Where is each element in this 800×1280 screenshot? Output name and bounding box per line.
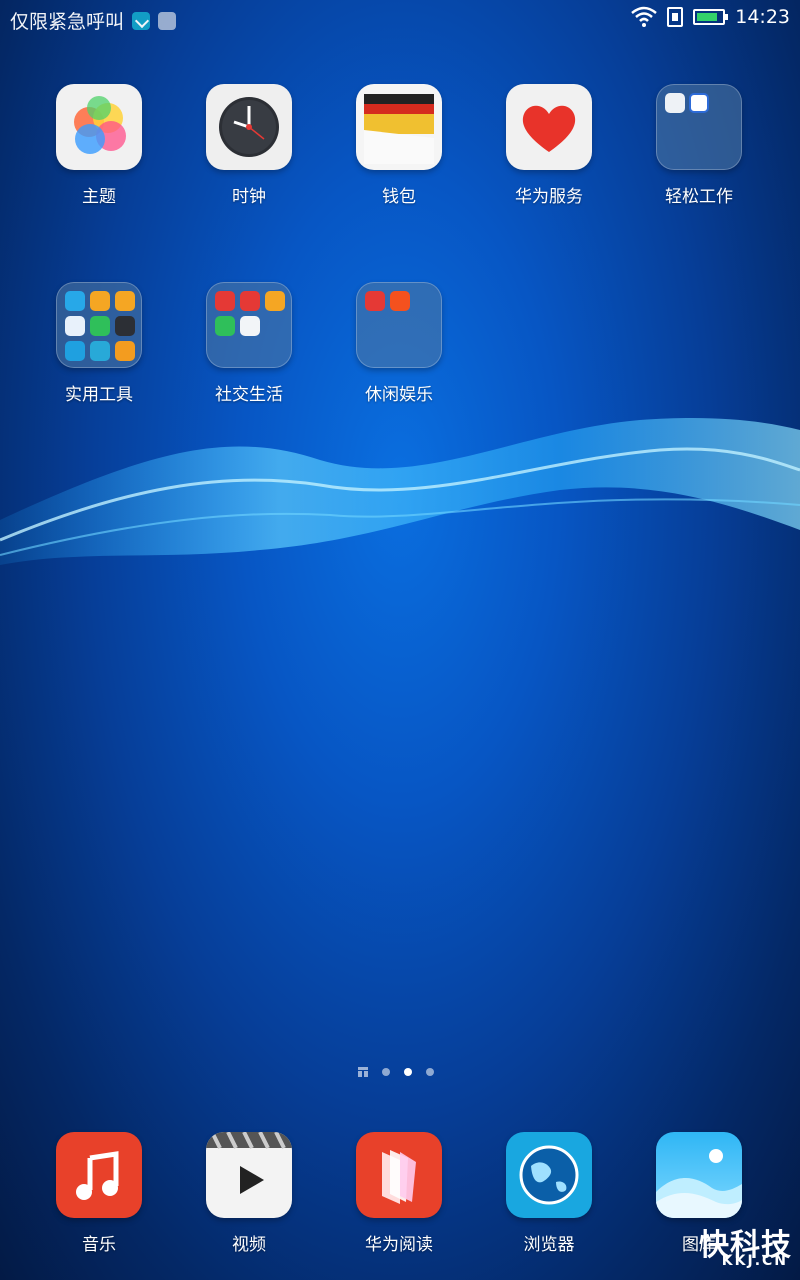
dock-browser[interactable]: 浏览器 xyxy=(489,1132,609,1255)
image-icon xyxy=(158,11,177,30)
app-label: 实用工具 xyxy=(65,385,133,405)
wallet-icon xyxy=(356,84,442,170)
dock-video[interactable]: 视频 xyxy=(189,1132,309,1255)
theme-icon xyxy=(56,84,142,170)
app-label: 主题 xyxy=(82,187,116,207)
page-dot-3 xyxy=(426,1068,434,1076)
dock-huawei-reader[interactable]: 华为阅读 xyxy=(339,1132,459,1255)
app-label: 休闲娱乐 xyxy=(365,385,433,405)
app-label: 轻松工作 xyxy=(665,187,733,207)
folder-social-life[interactable]: 社交生活 xyxy=(189,282,309,405)
app-label: 社交生活 xyxy=(215,385,283,405)
folder-icon xyxy=(56,282,142,368)
gallery-icon xyxy=(656,1132,742,1218)
folder-icon xyxy=(656,84,742,170)
page-dot-1 xyxy=(382,1068,390,1076)
wifi-icon xyxy=(631,6,658,27)
reader-icon xyxy=(356,1132,442,1218)
app-label: 浏览器 xyxy=(523,1235,575,1255)
clock-icon xyxy=(206,84,292,170)
status-bar: 仅限紧急呼叫 14:23 xyxy=(0,0,800,38)
app-huawei-service[interactable]: 华为服务 xyxy=(489,84,609,207)
app-label: 音乐 xyxy=(82,1235,116,1255)
folder-icon xyxy=(356,282,442,368)
kkj-watermark: 快科技 KKJ.CN xyxy=(642,1220,792,1270)
app-label: 视频 xyxy=(232,1235,266,1255)
status-left: 仅限紧急呼叫 xyxy=(10,7,177,34)
status-time: 14:23 xyxy=(735,6,790,28)
sim-icon xyxy=(667,7,684,27)
page-dot-2 xyxy=(404,1068,412,1076)
folder-easy-work[interactable]: 轻松工作 xyxy=(639,84,759,207)
app-label: 时钟 xyxy=(232,187,266,207)
app-label: 华为阅读 xyxy=(365,1235,433,1255)
folder-leisure[interactable]: 休闲娱乐 xyxy=(339,282,459,405)
watermark-sub: KKJ.CN xyxy=(721,1253,788,1269)
app-wallet[interactable]: 钱包 xyxy=(339,84,459,207)
note-icon xyxy=(132,11,151,30)
home-page-indicator-icon xyxy=(358,1067,368,1077)
status-right: 14:23 xyxy=(631,6,790,28)
dock-music[interactable]: 音乐 xyxy=(39,1132,159,1255)
wallpaper-wave xyxy=(0,418,800,565)
battery-charging-icon xyxy=(693,9,729,25)
video-icon xyxy=(206,1132,292,1218)
folder-utilities[interactable]: 实用工具 xyxy=(39,282,159,405)
page-indicator[interactable] xyxy=(358,1067,434,1077)
app-label: 华为服务 xyxy=(515,187,583,207)
browser-icon xyxy=(506,1132,592,1218)
music-icon xyxy=(56,1132,142,1218)
app-label: 钱包 xyxy=(382,187,416,207)
carrier-text: 仅限紧急呼叫 xyxy=(10,11,125,33)
heart-icon xyxy=(506,84,592,170)
app-theme[interactable]: 主题 xyxy=(39,84,159,207)
app-clock[interactable]: 时钟 xyxy=(189,84,309,207)
folder-icon xyxy=(206,282,292,368)
